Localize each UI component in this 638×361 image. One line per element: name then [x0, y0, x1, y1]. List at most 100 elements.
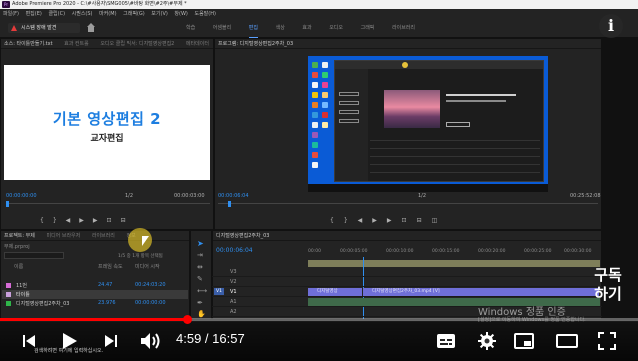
subscribe-watermark[interactable]: 구독 하기	[586, 266, 630, 304]
list-item[interactable]: 디지털영상편집2주차_03 23.976 00:00:00:00	[2, 299, 188, 308]
tab-graphics[interactable]: 그래픽	[361, 19, 375, 38]
program-playhead[interactable]	[228, 201, 231, 207]
window-title-bar: Pr Adobe Premiere Pro 2020 - C:\#사용자\SMG…	[0, 0, 638, 9]
tab-source[interactable]: 소스: 타이틀만들기.txt	[4, 41, 53, 47]
mark-out-icon[interactable]: }	[53, 217, 66, 224]
miniplayer-icon[interactable]	[514, 333, 534, 349]
tab-assembly[interactable]: 어셈블리	[213, 19, 231, 38]
menu-marker[interactable]: 마커(M)	[99, 11, 116, 17]
tab-libraries[interactable]: 라이브러리	[392, 19, 415, 38]
ripple-edit-tool-icon[interactable]: ⇹	[197, 263, 203, 271]
project-selection-info: 1/5 중 1개 항목 선택됨	[118, 254, 163, 259]
extract-icon[interactable]: ⊟	[417, 217, 432, 224]
tab-color[interactable]: 색상	[276, 19, 285, 38]
label-color-swatch	[6, 301, 11, 306]
tab-audio[interactable]: 오디오	[329, 19, 343, 38]
menu-edit[interactable]: 편집(E)	[26, 11, 42, 17]
previous-icon[interactable]	[22, 334, 36, 348]
volume-icon[interactable]	[140, 332, 162, 350]
subscribe-line-1: 구독	[594, 266, 622, 284]
pen-tool-icon[interactable]: ✒	[197, 299, 203, 307]
source-patch-v1[interactable]: V1	[214, 288, 224, 295]
tab-libraries-panel[interactable]: 라이브러리	[92, 233, 115, 239]
info-icon[interactable]: i	[599, 14, 623, 38]
play-icon[interactable]: ▶	[79, 217, 93, 224]
label-color-swatch	[6, 292, 11, 297]
track-select-tool-icon[interactable]: ⇥	[197, 251, 203, 259]
mark-in-icon[interactable]: {	[330, 217, 344, 224]
razor-tool-icon[interactable]: ✎	[197, 275, 203, 283]
hand-tool-icon[interactable]: ✋	[197, 310, 206, 318]
tab-sequence[interactable]: 디지털영상편집2주차_03	[216, 233, 269, 239]
recorded-image-thumbnail	[384, 90, 440, 128]
tools-panel: ➤ ⇥ ⇹ ✎ ⟷ ✒ ✋	[190, 230, 212, 320]
source-playhead[interactable]	[6, 201, 9, 207]
source-title-text: 기본 영상편집 2	[52, 110, 162, 128]
step-back-icon[interactable]: ◀	[358, 217, 373, 224]
slip-tool-icon[interactable]: ⟷	[197, 287, 207, 295]
window-title: Adobe Premiere Pro 2020 - C:\#사용자\SMG005…	[12, 1, 187, 7]
menu-window[interactable]: 창(W)	[174, 11, 187, 17]
video-progress-played	[0, 318, 188, 321]
menu-help[interactable]: 도움말(H)	[194, 11, 215, 17]
menu-clip[interactable]: 클립(C)	[48, 11, 65, 17]
tab-project[interactable]: 프로젝트: 부제	[4, 233, 35, 239]
windows-search-box: 검색하려면 여기에 입력하십시오.	[34, 348, 104, 354]
warning-icon	[11, 25, 17, 31]
tab-effects[interactable]: 효과	[302, 19, 311, 38]
theater-mode-icon[interactable]	[556, 333, 578, 349]
timeline-clip[interactable]: 디지털영상	[308, 288, 362, 296]
video-scrubber-handle[interactable]	[183, 315, 193, 324]
step-forward-icon[interactable]: ▶	[93, 217, 107, 224]
fullscreen-icon[interactable]	[598, 332, 616, 350]
step-back-icon[interactable]: ◀	[66, 217, 80, 224]
source-time-ruler[interactable]	[6, 203, 210, 204]
step-forward-icon[interactable]: ▶	[387, 217, 402, 224]
tab-program[interactable]: 프로그램: 디지털영상편집2주차_03	[218, 41, 293, 47]
program-timecode-current[interactable]: 00:00:06:04	[218, 193, 249, 199]
list-item[interactable]: 11번 24.47 00:24:03:20	[2, 281, 188, 290]
column-name[interactable]: 이름	[14, 263, 23, 270]
timeline-clip[interactable]: 디지털영상편집2주차_03.mp4 [V]	[363, 288, 599, 296]
next-icon[interactable]	[104, 334, 118, 348]
home-icon[interactable]	[86, 23, 96, 33]
project-search-input[interactable]	[4, 252, 64, 259]
project-panel-tabs: 프로젝트: 부제 미디어 브라우저 라이브러리 정보	[1, 231, 189, 241]
timeline-timecode[interactable]: 00:00:06:04	[216, 247, 253, 254]
play-icon[interactable]: ▶	[372, 217, 387, 224]
label-color-swatch	[6, 283, 11, 288]
lift-icon[interactable]: ⊡	[402, 217, 417, 224]
project-file-name: 부제.prproj	[4, 244, 30, 250]
tab-editing[interactable]: 편집	[248, 20, 258, 38]
tab-media-browser[interactable]: 미디어 브라우저	[46, 233, 80, 239]
list-item[interactable]: 타이틀	[2, 290, 188, 299]
menu-file[interactable]: 파일(F)	[3, 11, 19, 17]
tab-audio-clip-mixer[interactable]: 오디오 클립 믹서: 디지털영상편집2	[100, 41, 174, 47]
selection-tool-icon[interactable]: ➤	[197, 239, 204, 248]
overwrite-icon[interactable]: ⊟	[121, 217, 135, 224]
subtitles-icon[interactable]	[436, 333, 456, 349]
system-alert-label: 시스템 장애 발견	[21, 25, 57, 31]
menu-sequence[interactable]: 시퀀스(S)	[72, 11, 93, 17]
column-fps[interactable]: 프레임 속도	[98, 263, 123, 270]
play-icon[interactable]	[62, 332, 78, 350]
system-alert-button[interactable]: 시스템 장애 발견	[8, 23, 80, 33]
source-timecode-current[interactable]: 00:00:00:00	[6, 193, 37, 199]
tab-effect-controls[interactable]: 효과 컨트롤	[64, 41, 89, 47]
menu-view[interactable]: 보기(V)	[151, 11, 168, 17]
program-fit-select[interactable]: 1/2	[418, 193, 426, 199]
insert-icon[interactable]: ⊡	[107, 217, 121, 224]
column-media-start[interactable]: 미디어 시작	[135, 263, 160, 270]
source-fit-select[interactable]: 1/2	[125, 193, 133, 199]
menu-graphics[interactable]: 그래픽(G)	[123, 11, 145, 17]
source-panel-tabs: 소스: 타이틀만들기.txt 효과 컨트롤 오디오 클립 믹서: 디지털영상편집…	[1, 39, 213, 49]
work-area-bar[interactable]	[308, 260, 600, 267]
export-frame-icon[interactable]: ◫	[432, 217, 448, 224]
tab-metadata[interactable]: 메타데이터	[186, 41, 209, 47]
mark-in-icon[interactable]: {	[40, 217, 53, 224]
mark-out-icon[interactable]: }	[344, 217, 358, 224]
screen-recording-sidebar	[335, 69, 368, 181]
program-time-ruler[interactable]	[218, 203, 598, 204]
tab-learn[interactable]: 학습	[186, 19, 195, 38]
settings-gear-icon[interactable]	[478, 332, 496, 350]
